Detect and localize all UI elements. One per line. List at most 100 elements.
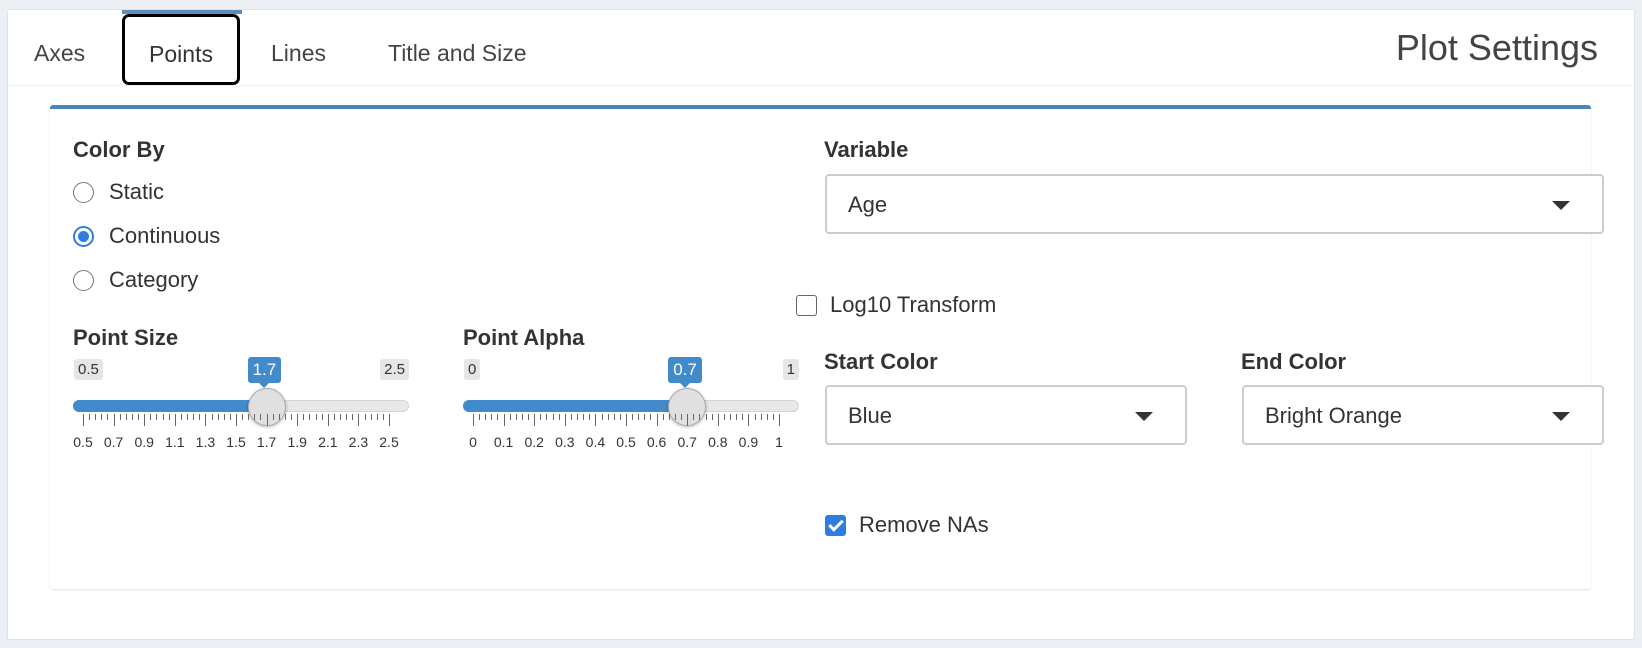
plot-settings-box: Axes Points Lines Title and Size Plot Se…: [7, 9, 1635, 640]
slider-minor-tick: [638, 414, 640, 420]
slider-minor-tick: [619, 414, 621, 420]
slider-minor-tick: [315, 414, 317, 420]
log10-checkbox-row[interactable]: Log10 Transform: [796, 290, 996, 320]
variable-select[interactable]: Age: [825, 174, 1604, 234]
slider-minor-tick: [521, 414, 523, 420]
slider-minor-tick: [766, 414, 768, 420]
slider-tick-label: 1.3: [195, 434, 216, 450]
slider-major-tick: [266, 414, 268, 426]
slider-minor-tick: [754, 414, 756, 420]
point-alpha-value: 0.7: [668, 357, 702, 388]
point-size-slider[interactable]: 0.5 2.5 1.7 0.5 0.7 0.9 1.1 1.3 1.5 1.7 1.9 2.1 2…: [73, 357, 409, 454]
slider-minor-tick: [650, 414, 652, 420]
slider-minor-tick: [583, 414, 585, 420]
radio-static[interactable]: Static: [73, 177, 164, 207]
radio-static-circle[interactable]: [73, 181, 94, 203]
slider-tick-label: 1.9: [287, 434, 307, 450]
slider-major-tick: [358, 414, 360, 426]
remove-nas-label: Remove NAs: [859, 512, 989, 537]
slider-minor-tick: [558, 414, 560, 420]
end-color-label: End Color: [1241, 349, 1347, 374]
slider-minor-tick: [168, 414, 170, 420]
slider-tick-label: 0.6: [646, 434, 667, 450]
remove-nas-row[interactable]: Remove NAs: [825, 510, 989, 540]
slider-tick-label: 0.7: [677, 434, 697, 450]
radio-category-circle[interactable]: [73, 269, 94, 291]
slider-minor-tick: [577, 414, 579, 420]
slider-major-tick: [297, 414, 299, 426]
slider-major-tick: [174, 414, 176, 426]
remove-nas-checkbox[interactable]: [825, 514, 846, 536]
slider-minor-tick: [150, 414, 152, 420]
slider-minor-tick: [723, 414, 725, 420]
slider-minor-tick: [736, 414, 738, 420]
slider-minor-tick: [131, 414, 133, 420]
slider-tick-label: 2.1: [318, 434, 338, 450]
tab-lines[interactable]: Lines: [271, 40, 326, 67]
slider-minor-tick: [693, 414, 695, 420]
slider-minor-tick: [601, 414, 603, 420]
slider-major-tick: [534, 414, 536, 426]
slider-minor-tick: [180, 414, 182, 420]
slider-minor-tick: [674, 414, 676, 420]
tab-title-and-size[interactable]: Title and Size: [388, 40, 527, 67]
slider-minor-tick: [254, 414, 256, 420]
slider-minor-tick: [570, 414, 572, 420]
start-color-select[interactable]: Blue: [825, 385, 1187, 445]
slider-minor-tick: [107, 414, 109, 420]
slider-minor-tick: [89, 414, 91, 420]
radio-continuous[interactable]: Continuous: [73, 221, 220, 251]
point-alpha-slider[interactable]: 0 1 0.7 0 0.1 0.2 0.3 0.4 0.5 0.6 0.7 0.8 0.9 1: [463, 357, 799, 454]
slider-minor-tick: [742, 414, 744, 420]
slider-minor-tick: [138, 414, 140, 420]
slider-major-tick: [656, 414, 658, 426]
end-color-select[interactable]: Bright Orange: [1242, 385, 1604, 445]
slider-minor-tick: [589, 414, 591, 420]
slider-major-tick: [626, 414, 627, 426]
radio-category-label: Category: [109, 267, 199, 292]
end-color-value: Bright Orange: [1265, 403, 1402, 428]
slider-minor-tick: [340, 414, 342, 420]
color-by-label: Color By: [73, 137, 165, 162]
slider-minor-tick: [540, 414, 542, 420]
slider-minor-tick: [497, 414, 499, 420]
slider-tick-label: 0.8: [708, 434, 728, 450]
slider-minor-tick: [284, 414, 286, 420]
point-alpha-min: 0: [464, 359, 481, 380]
chevron-down-icon: [1135, 412, 1153, 421]
slider-tick-label: 0.5: [616, 434, 636, 450]
slider-minor-tick: [668, 414, 670, 420]
slider-major-tick: [205, 414, 207, 426]
point-size-value: 1.7: [247, 357, 282, 388]
slider-major-tick: [748, 414, 750, 426]
slider-minor-tick: [730, 414, 732, 420]
slider-minor-tick: [552, 414, 554, 420]
slider-major-tick: [473, 414, 474, 426]
slider-tick-label: 0.2: [524, 434, 544, 450]
tab-points[interactable]: Points: [122, 14, 240, 85]
slider-minor-tick: [101, 414, 103, 420]
slider-minor-tick: [491, 414, 493, 420]
slider-major-tick: [717, 414, 719, 426]
slider-tick-label: 0.9: [738, 434, 759, 450]
slider-tick-label: 0.5: [73, 434, 93, 450]
radio-category[interactable]: Category: [73, 265, 198, 295]
slider-minor-tick: [223, 414, 225, 420]
slider-minor-tick: [333, 414, 335, 420]
slider-minor-tick: [278, 414, 280, 420]
log10-label: Log10 Transform: [830, 292, 997, 317]
slider-minor-tick: [607, 414, 609, 420]
slider-minor-tick: [509, 414, 511, 420]
slider-tick-label: 0.3: [555, 434, 575, 450]
radio-continuous-circle[interactable]: [73, 225, 94, 247]
slider-tick-label: 2.3: [348, 434, 369, 450]
slider-minor-tick: [699, 414, 701, 420]
slider-major-tick: [389, 414, 390, 426]
slider-minor-tick: [321, 414, 323, 420]
log10-checkbox[interactable]: [796, 294, 817, 316]
slider-minor-tick: [193, 414, 195, 420]
tab-axes[interactable]: Axes: [34, 40, 85, 67]
slider-tick-label: 1.1: [165, 434, 185, 450]
point-size-max: 2.5: [380, 359, 409, 380]
slider-minor-tick: [162, 414, 164, 420]
